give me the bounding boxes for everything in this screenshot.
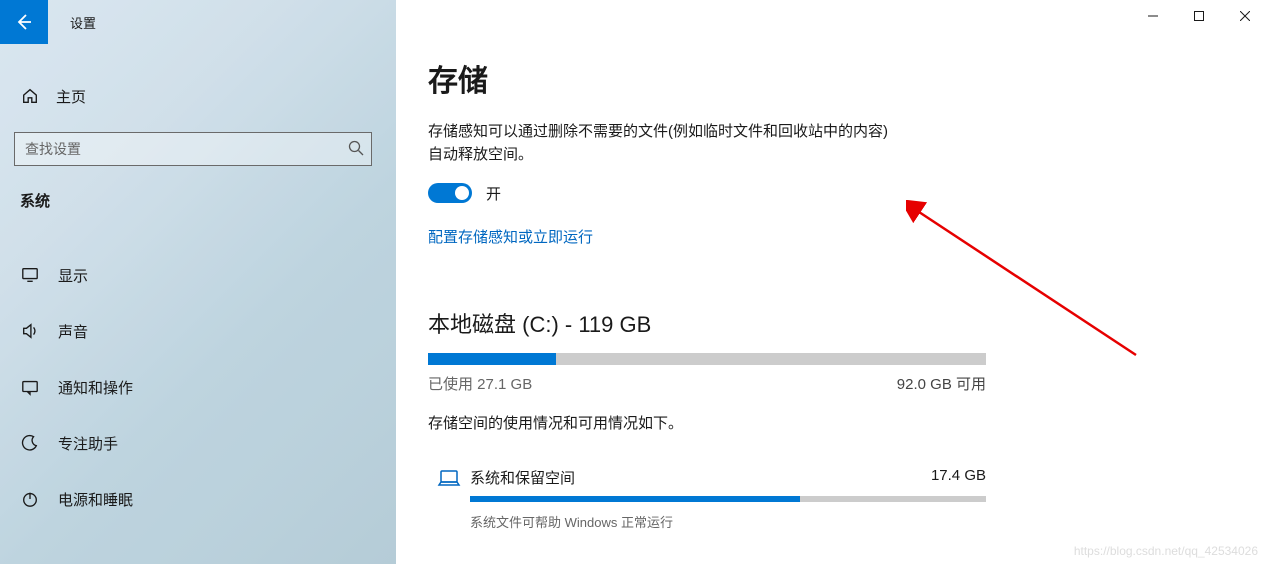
- watermark: https://blog.csdn.net/qq_42534026: [1074, 544, 1258, 558]
- maximize-icon: [1194, 11, 1204, 21]
- disk-used-text: 已使用 27.1 GB: [428, 373, 532, 394]
- home-icon: [20, 87, 40, 105]
- laptop-icon: [428, 469, 470, 489]
- annotation-arrow: [906, 200, 1156, 370]
- search-icon: [348, 140, 364, 156]
- monitor-icon: [20, 266, 40, 284]
- nav-home[interactable]: 主页: [0, 74, 396, 118]
- nav-item-display[interactable]: 显示: [0, 247, 396, 303]
- moon-icon: [20, 434, 40, 452]
- nav-item-label: 电源和睡眠: [58, 489, 133, 510]
- nav-item-sound[interactable]: 声音: [0, 303, 396, 359]
- nav-item-label: 通知和操作: [58, 377, 133, 398]
- nav-item-power[interactable]: 电源和睡眠: [0, 471, 396, 527]
- toggle-state-label: 开: [486, 183, 501, 204]
- category-name: 系统和保留空间: [470, 467, 575, 488]
- storage-category-system[interactable]: 系统和保留空间 17.4 GB 系统文件可帮助 Windows 正常运行: [428, 467, 986, 531]
- minimize-button[interactable]: [1130, 0, 1176, 32]
- close-icon: [1240, 11, 1250, 21]
- nav-item-label: 专注助手: [58, 433, 118, 454]
- app-title: 设置: [70, 13, 96, 32]
- search-input[interactable]: [14, 132, 372, 166]
- category-size: 17.4 GB: [931, 467, 986, 488]
- nav-item-label: 显示: [58, 265, 88, 286]
- storage-sense-toggle[interactable]: [428, 183, 472, 203]
- nav-home-label: 主页: [56, 86, 86, 107]
- nav-item-label: 声音: [58, 321, 88, 342]
- storage-sense-description: 存储感知可以通过删除不需要的文件(例如临时文件和回收站中的内容) 自动释放空间。: [428, 120, 988, 167]
- category-header: 系统: [0, 166, 396, 225]
- power-icon: [20, 490, 40, 508]
- disk-usage-bar: [428, 353, 986, 365]
- disk-usage-bar-fill: [428, 353, 556, 365]
- maximize-button[interactable]: [1176, 0, 1222, 32]
- nav-item-notifications[interactable]: 通知和操作: [0, 359, 396, 415]
- disk-title: 本地磁盘 (C:) - 119 GB: [428, 307, 1236, 339]
- disk-note: 存储空间的使用情况和可用情况如下。: [428, 412, 1236, 433]
- category-bar: [470, 496, 986, 502]
- disk-free-text: 92.0 GB 可用: [897, 373, 986, 394]
- category-bar-fill: [470, 496, 800, 502]
- page-title: 存储: [428, 56, 1236, 100]
- nav-item-focus[interactable]: 专注助手: [0, 415, 396, 471]
- configure-storage-sense-link[interactable]: 配置存储感知或立即运行: [428, 226, 593, 247]
- category-description: 系统文件可帮助 Windows 正常运行: [470, 512, 986, 531]
- speaker-icon: [20, 322, 40, 340]
- close-button[interactable]: [1222, 0, 1268, 32]
- minimize-icon: [1148, 11, 1158, 21]
- back-button[interactable]: [0, 0, 48, 44]
- arrow-left-icon: [14, 12, 34, 32]
- notification-icon: [20, 378, 40, 396]
